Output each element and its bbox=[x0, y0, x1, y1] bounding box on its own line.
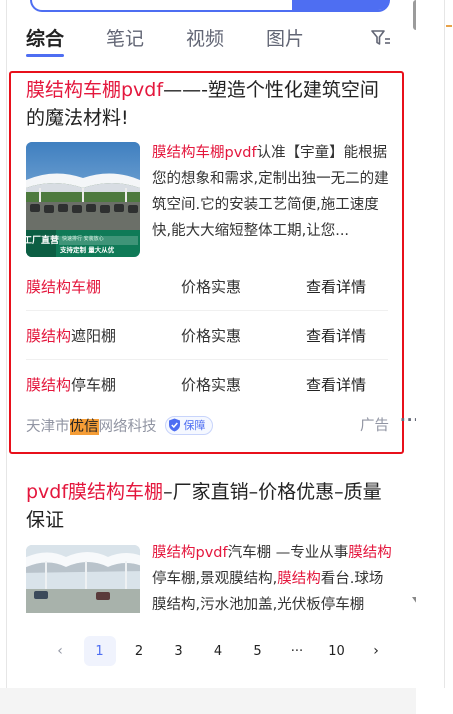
page-ellipsis[interactable]: ··· bbox=[281, 636, 313, 666]
sitelink-product[interactable]: 膜结构遮阳棚 bbox=[26, 325, 181, 346]
active-tab-indicator bbox=[26, 54, 64, 57]
sitelink-details[interactable]: 查看详情 bbox=[306, 374, 366, 395]
ad-source[interactable]: 天津市优信网络科技 bbox=[26, 415, 157, 436]
result-thumbnail[interactable] bbox=[26, 545, 140, 613]
ad-thumbnail[interactable]: 工厂直营 快速排行 安装放心 支持定制 量大从优 bbox=[26, 142, 140, 257]
sitelink-product-highlight: 膜结构车棚 bbox=[26, 277, 102, 296]
thumb-banner-big: 工厂直营 bbox=[26, 234, 59, 246]
sitelink-product[interactable]: 膜结构停车棚 bbox=[26, 374, 181, 395]
sitelink-product-highlight: 膜结构 bbox=[26, 376, 72, 394]
sitelink-product[interactable]: 膜结构车棚 bbox=[26, 276, 181, 297]
ad-label: 广告 bbox=[360, 418, 389, 434]
sitelink-product-highlight: 膜结构 bbox=[26, 326, 72, 345]
result-title-highlight: pvdf膜结构车棚 bbox=[26, 481, 164, 503]
panel-left-border bbox=[6, 0, 7, 688]
sitelink-price[interactable]: 价格实惠 bbox=[181, 276, 306, 297]
membrane-structure-image bbox=[26, 545, 140, 613]
sitelink-product-text: 停车棚 bbox=[71, 376, 117, 394]
page-5[interactable]: 5 bbox=[242, 636, 274, 666]
scrollbar-thumb[interactable] bbox=[413, 0, 416, 30]
result-desc-highlight: 膜结构 bbox=[277, 571, 321, 587]
ad-sitelink-row[interactable]: 膜结构停车棚 价格实惠 查看详情 bbox=[26, 360, 388, 409]
pagination: ‹ 1 2 3 4 5 ··· 10 › bbox=[44, 635, 400, 667]
page-4[interactable]: 4 bbox=[202, 636, 234, 666]
filter-icon[interactable] bbox=[370, 27, 392, 49]
result-title-link[interactable]: pvdf膜结构车棚–厂家直销–价格优惠–质量保证 bbox=[26, 478, 386, 534]
tab-comprehensive[interactable]: 综合 bbox=[26, 25, 64, 53]
page-1[interactable]: 1 bbox=[83, 636, 116, 666]
sitelink-details[interactable]: 查看详情 bbox=[306, 325, 366, 346]
guarantee-badge-label: 保障 bbox=[183, 419, 206, 432]
prev-page-button[interactable]: ‹ bbox=[44, 636, 76, 666]
sitelink-details[interactable]: 查看详情 bbox=[306, 276, 366, 297]
result-description: 膜结构pvdf汽车棚 —专业从事膜结构停车棚,景观膜结构,膜结构看台.球场膜结构… bbox=[152, 540, 397, 618]
ad-source-post: 网络科技 bbox=[98, 418, 157, 435]
ad-desc-highlight: 膜结构车棚pvdf bbox=[152, 145, 257, 161]
shield-check-icon bbox=[168, 418, 180, 432]
sitelink-price[interactable]: 价格实惠 bbox=[181, 374, 306, 395]
search-results-panel: 综合 笔记 视频 图片 膜结构车棚pvdf——-塑造个性化建筑空间的魔法材料! bbox=[0, 0, 416, 688]
thumb-banner-small-2: 支持定制 量大从优 bbox=[59, 245, 115, 254]
page-2[interactable]: 2 bbox=[123, 636, 155, 666]
sitelink-price[interactable]: 价格实惠 bbox=[181, 325, 306, 346]
sitelink-product-text: 遮阳棚 bbox=[71, 326, 117, 345]
result-tabs: 综合 笔记 视频 图片 bbox=[26, 24, 346, 54]
ad-sitelinks: 膜结构车棚 价格实惠 查看详情 膜结构遮阳棚 价格实惠 查看详情 膜结构停车棚 … bbox=[26, 262, 388, 409]
panel-divider bbox=[444, 0, 445, 688]
page-3[interactable]: 3 bbox=[163, 636, 195, 666]
ad-title-highlight: 膜结构车棚pvdf bbox=[26, 79, 164, 101]
ad-title-link[interactable]: 膜结构车棚pvdf——-塑造个性化建筑空间的魔法材料! bbox=[26, 76, 386, 132]
edge-marker bbox=[446, 25, 452, 27]
more-options-icon[interactable]: ··· bbox=[400, 411, 416, 429]
ad-description: 膜结构车棚pvdf认准【宇童】能根据您的想象和需求,定制出独一无二的建筑空间.它… bbox=[152, 140, 392, 244]
tab-videos[interactable]: 视频 bbox=[186, 25, 224, 53]
thumb-banner-small-1: 快速排行 安装放心 bbox=[62, 235, 104, 242]
ad-footer: 天津市优信网络科技 保障 广告 ··· bbox=[26, 411, 416, 436]
carport-image: 工厂直营 快速排行 安装放心 支持定制 量大从优 bbox=[26, 142, 140, 257]
result-desc-text: 停车棚,景观膜结构, bbox=[152, 571, 278, 587]
adjacent-panel-edge bbox=[416, 0, 453, 714]
guarantee-badge[interactable]: 保障 bbox=[164, 415, 213, 435]
ad-source-pre: 天津市 bbox=[26, 418, 70, 435]
ad-sitelink-row[interactable]: 膜结构遮阳棚 价格实惠 查看详情 bbox=[26, 311, 388, 360]
search-button[interactable] bbox=[292, 0, 390, 10]
ad-source-mark: 优信 bbox=[69, 418, 99, 435]
scroll-down-arrow[interactable] bbox=[412, 597, 416, 604]
tab-images[interactable]: 图片 bbox=[266, 25, 304, 53]
result-desc-text: 汽车棚 —专业从事 bbox=[227, 545, 349, 561]
result-desc-highlight: 膜结构pvdf bbox=[152, 545, 228, 561]
ad-sitelink-row[interactable]: 膜结构车棚 价格实惠 查看详情 bbox=[26, 262, 388, 311]
tab-notes[interactable]: 笔记 bbox=[106, 25, 144, 53]
result-desc-highlight: 膜结构 bbox=[348, 545, 392, 561]
page-10[interactable]: 10 bbox=[321, 636, 353, 666]
next-page-button[interactable]: › bbox=[360, 636, 392, 666]
